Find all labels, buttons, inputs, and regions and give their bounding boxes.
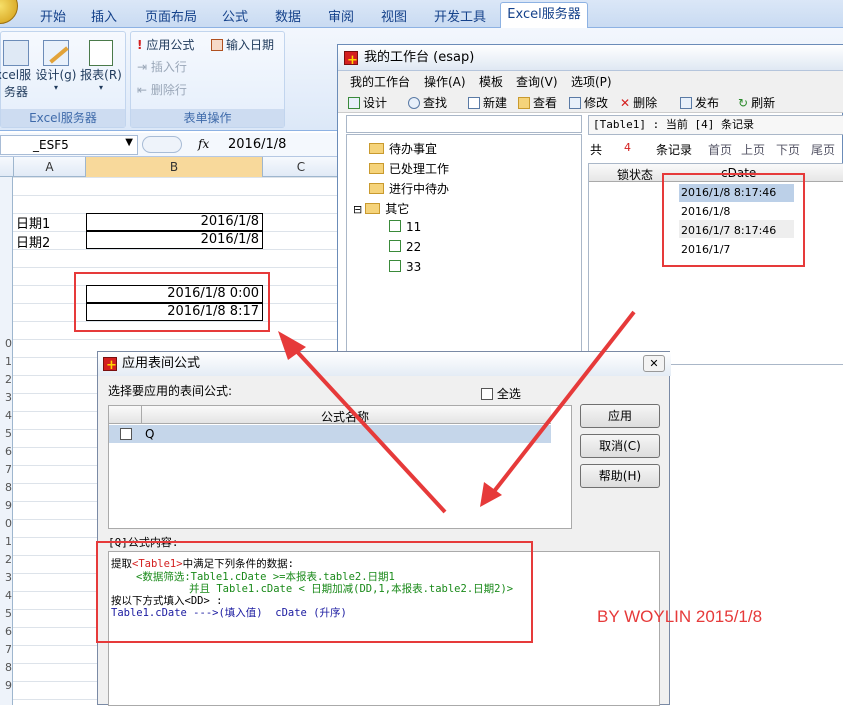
arrow-line-to-formula bbox=[490, 310, 636, 496]
annotation-arrows bbox=[278, 310, 636, 514]
watermark: BY WOYLIN 2015/1/8 bbox=[597, 607, 763, 626]
arrow-line-to-results bbox=[288, 342, 447, 514]
